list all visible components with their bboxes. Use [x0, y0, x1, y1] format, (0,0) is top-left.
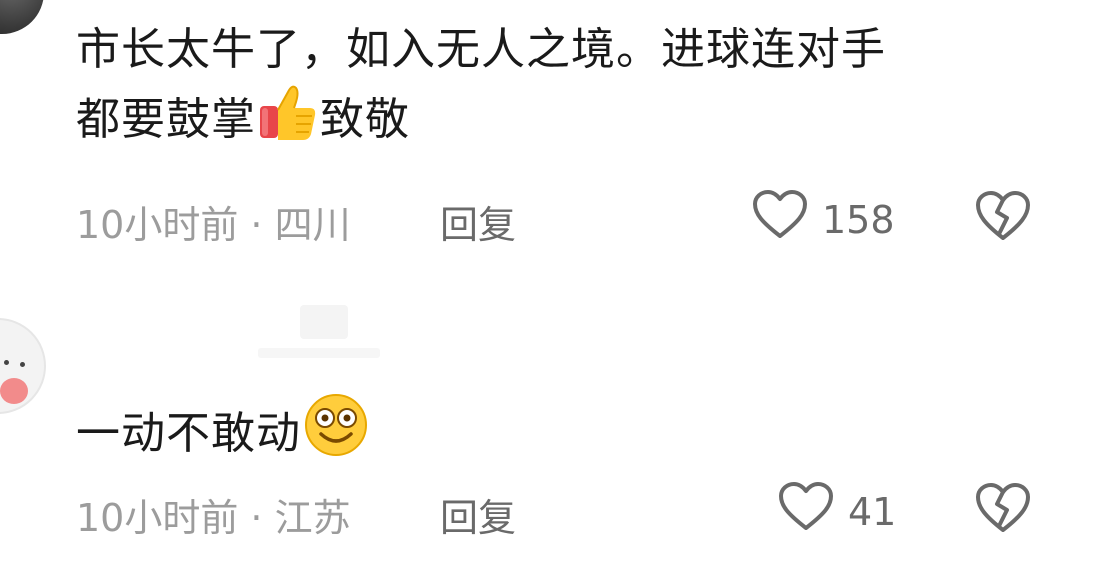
smiling-face-icon — [303, 392, 369, 476]
comment-text-segment: 都要鼓掌 — [76, 94, 256, 145]
broken-heart-icon — [975, 191, 1031, 246]
like-count: 41 — [848, 489, 897, 534]
avatar[interactable] — [0, 318, 46, 414]
comment-text-line: 市长太牛了，如入无人之境。进球连对手 — [76, 24, 886, 75]
heart-icon — [752, 190, 808, 249]
thumbs-up-icon — [258, 82, 318, 162]
broken-heart-icon — [975, 483, 1031, 538]
comment-text: 一动不敢动 — [76, 392, 1036, 476]
avatar[interactable] — [0, 0, 44, 34]
like-count: 158 — [822, 197, 895, 242]
dislike-button[interactable] — [975, 190, 1031, 242]
like-button[interactable]: 41 — [778, 482, 896, 541]
reply-button[interactable]: 回复 — [440, 487, 516, 542]
like-button[interactable]: 158 — [752, 190, 895, 249]
avatar-eye — [20, 362, 25, 367]
comment-text: 市长太牛了，如入无人之境。进球连对手 都要鼓掌 致敬 — [76, 18, 1036, 162]
comment-text-segment: 致敬 — [320, 94, 410, 145]
avatar-blush — [0, 378, 28, 404]
heart-icon — [778, 482, 834, 541]
reply-button[interactable]: 回复 — [440, 194, 516, 249]
comment-time-location: 10小时前 · 江苏 — [76, 496, 351, 540]
placeholder-block — [258, 348, 380, 358]
avatar-eye — [4, 360, 9, 365]
comment-text-segment: 一动不敢动 — [76, 408, 301, 459]
dislike-button[interactable] — [975, 482, 1031, 534]
placeholder-block — [300, 305, 348, 339]
comment-time-location: 10小时前 · 四川 — [76, 203, 351, 247]
comment-list: 市长太牛了，如入无人之境。进球连对手 都要鼓掌 致敬 10小时前 · 四川 回复… — [0, 0, 1099, 576]
comment-text-line: 都要鼓掌 致敬 — [76, 82, 1036, 162]
